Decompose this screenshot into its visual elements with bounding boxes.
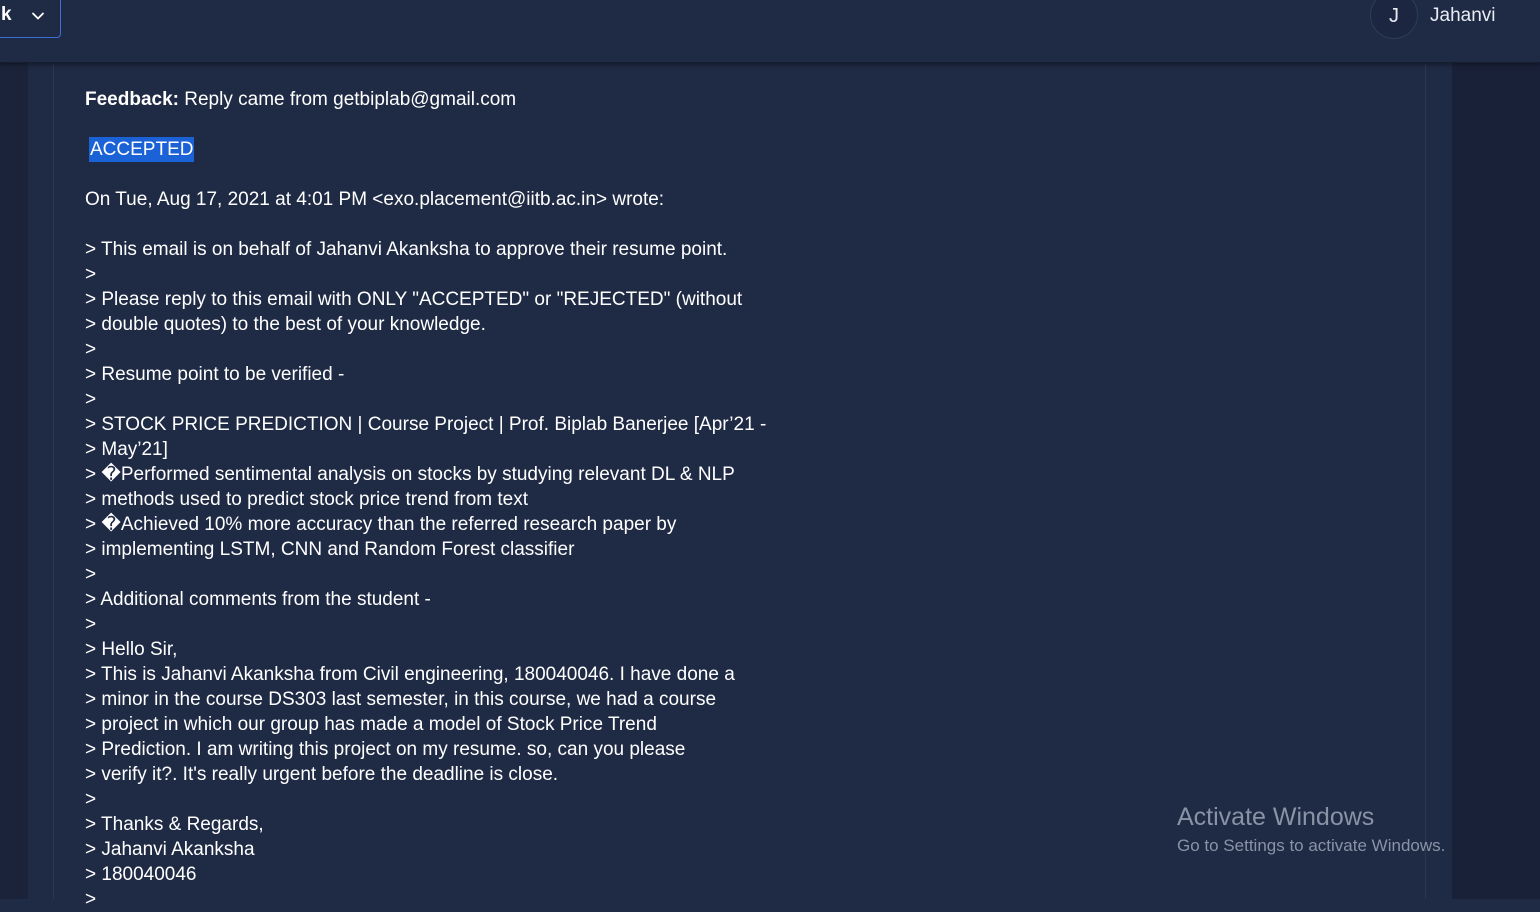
quoted-line: > Please reply to this email with ONLY "…: [85, 289, 743, 310]
quoted-line: >: [85, 264, 97, 285]
quoted-line: > STOCK PRICE PREDICTION | Course Projec…: [85, 414, 767, 435]
activate-windows-watermark: Activate Windows Go to Settings to activ…: [1177, 800, 1445, 858]
email-content: Feedback: Reply came from getbiplab@gmai…: [85, 87, 985, 912]
feedback-text: Reply came from getbiplab@gmail.com: [184, 89, 517, 110]
watermark-subtitle: Go to Settings to activate Windows.: [1177, 836, 1446, 855]
quoted-line: > double quotes) to the best of your kno…: [85, 314, 486, 335]
quoted-line: > 180040046: [85, 864, 197, 885]
watermark-title: Activate Windows: [1177, 803, 1375, 831]
quoted-email-body: > This email is on behalf of Jahanvi Aka…: [85, 237, 985, 912]
top-bar: k J Jahanvi: [0, 0, 1540, 63]
left-gutter: [0, 62, 28, 899]
quoted-line: > Additional comments from the student -: [85, 589, 431, 610]
quoted-line: >: [85, 889, 97, 910]
quoted-line: >: [85, 389, 97, 410]
selector-label: k: [1, 4, 12, 25]
chevron-down-icon[interactable]: [31, 9, 45, 23]
quoted-line: > implementing LSTM, CNN and Random Fore…: [85, 539, 575, 560]
avatar[interactable]: J: [1370, 0, 1418, 39]
quoted-line: > This email is on behalf of Jahanvi Aka…: [85, 239, 728, 260]
quoted-line: > �Achieved 10% more accuracy than the r…: [85, 514, 677, 535]
quoted-line: > Jahanvi Akanksha: [85, 839, 255, 860]
quoted-line: >: [85, 614, 97, 635]
accepted-row: ACCEPTED: [85, 137, 985, 162]
quoted-line: > �Performed sentimental analysis on sto…: [85, 464, 735, 485]
quoted-line: > Prediction. I am writing this project …: [85, 739, 686, 760]
quoted-line: > verify it?. It's really urgent before …: [85, 764, 559, 785]
user-name[interactable]: Jahanvi: [1430, 5, 1496, 27]
quoted-line: > Thanks & Regards,: [85, 814, 264, 835]
quoted-line: > minor in the course DS303 last semeste…: [85, 689, 717, 710]
dropdown-selector[interactable]: k: [0, 0, 61, 38]
quoted-line: > Hello Sir,: [85, 639, 178, 660]
quoted-line: > This is Jahanvi Akanksha from Civil en…: [85, 664, 735, 685]
quoted-line: >: [85, 339, 97, 360]
feedback-line: Feedback: Reply came from getbiplab@gmai…: [85, 87, 985, 112]
right-gutter: [1452, 62, 1540, 899]
quoted-header-line: On Tue, Aug 17, 2021 at 4:01 PM <exo.pla…: [85, 189, 665, 210]
quoted-line: > methods used to predict stock price tr…: [85, 489, 529, 510]
quoted-line: > May’21]: [85, 439, 168, 460]
quoted-line: >: [85, 789, 97, 810]
feedback-label: Feedback:: [85, 89, 179, 110]
quoted-line: > Resume point to be verified -: [85, 364, 345, 385]
quoted-line: > project in which our group has made a …: [85, 714, 657, 735]
accepted-status-text: ACCEPTED: [89, 137, 195, 162]
quoted-line: >: [85, 564, 97, 585]
